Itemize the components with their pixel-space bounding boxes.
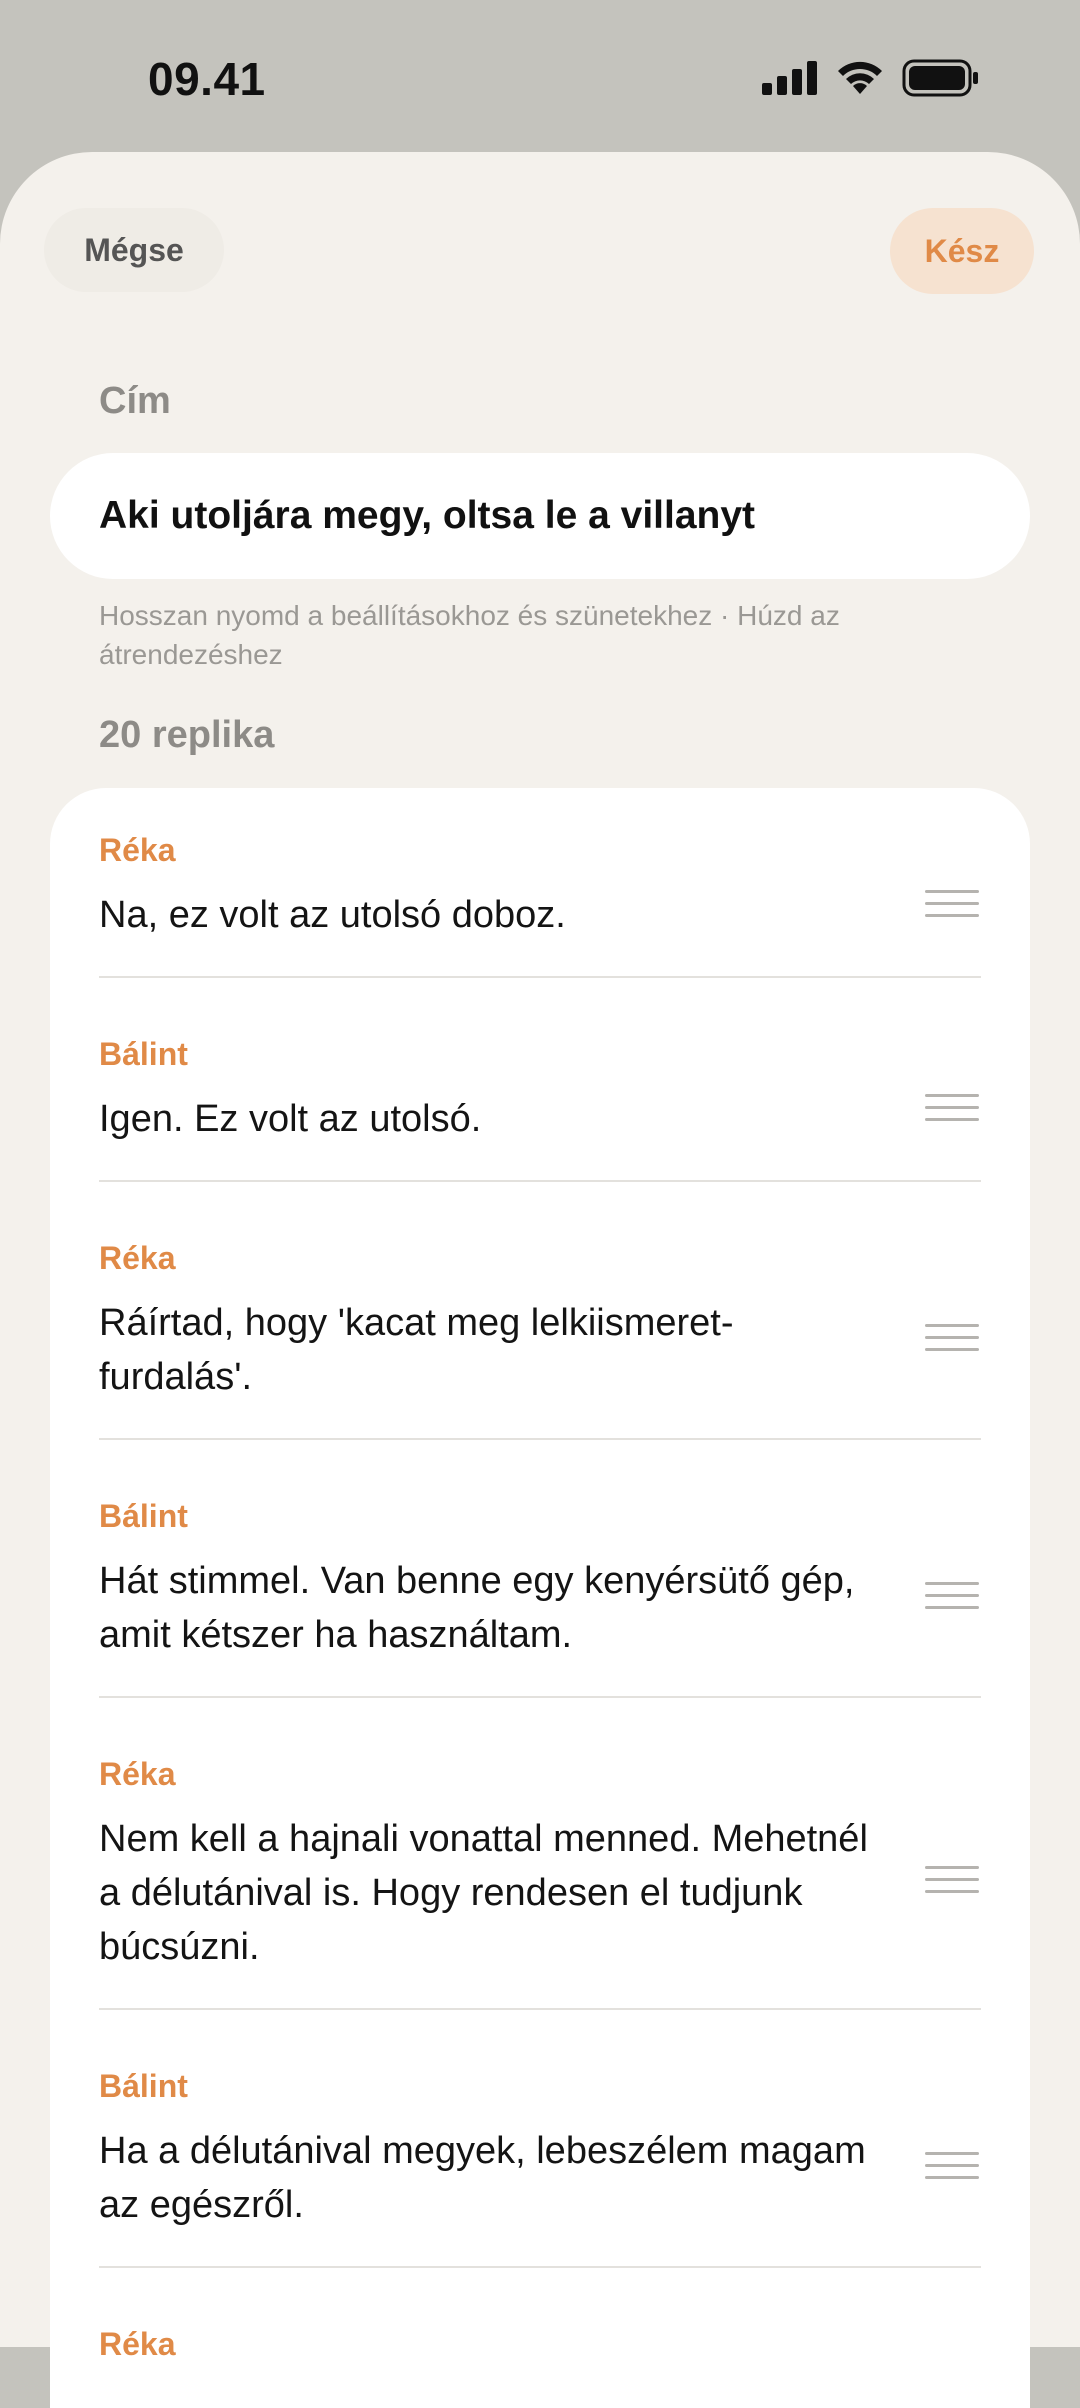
drag-handle-icon[interactable] (925, 2152, 979, 2180)
speaker-name: Bálint (99, 1498, 188, 1534)
list-item[interactable]: Bálint Igen. Ez volt az utolsó. (99, 1036, 981, 1182)
list-item[interactable]: Réka Nem kell a hajnali vonattal menned.… (99, 1756, 981, 2010)
title-section-label: Cím (99, 380, 171, 422)
speaker-name: Bálint (99, 2068, 188, 2104)
drag-handle-icon[interactable] (925, 1866, 979, 1894)
title-input[interactable]: Aki utoljára megy, oltsa le a villanyt (50, 453, 1030, 579)
line-text: Ráírtad, hogy 'kacat meg lelkiismeret-fu… (99, 1302, 734, 1398)
drag-handle-icon[interactable] (925, 1094, 979, 1122)
lines-count-label: 20 replika (99, 714, 275, 756)
list-item[interactable]: Bálint Hát stimmel. Van benne egy kenyér… (99, 1498, 981, 1698)
drag-handle-icon[interactable] (925, 1324, 979, 1352)
speaker-name: Bálint (99, 1036, 188, 1072)
battery-icon (902, 59, 978, 97)
status-icons (762, 58, 980, 98)
drag-handle-icon[interactable] (925, 890, 979, 918)
line-text: Hát stimmel. Van benne egy kenyérsütő gé… (99, 1560, 855, 1656)
speaker-name: Réka (99, 1240, 176, 1276)
cellular-signal-icon (762, 61, 817, 95)
drag-handle-icon[interactable] (925, 1582, 979, 1610)
cancel-button[interactable]: Mégse (44, 208, 224, 292)
list-item[interactable]: Réka Na, ez volt az utolsó doboz. (99, 832, 981, 978)
line-text: Ha a délutánival megyek, lebeszélem maga… (99, 2130, 866, 2226)
list-item[interactable]: Réka (99, 2326, 981, 2408)
speaker-name: Réka (99, 1756, 176, 1792)
done-button[interactable]: Kész (890, 208, 1034, 294)
speaker-name: Réka (99, 832, 176, 868)
line-text: Na, ez volt az utolsó doboz. (99, 894, 566, 936)
line-text: Igen. Ez volt az utolsó. (99, 1098, 482, 1140)
wifi-icon (838, 61, 882, 94)
line-text: Nem kell a hajnali vonattal menned. Mehe… (99, 1818, 868, 1968)
reorder-hint: Hosszan nyomd a beállításokhoz és szünet… (99, 600, 840, 670)
list-item[interactable]: Bálint Ha a délutánival megyek, lebeszél… (99, 2068, 981, 2268)
list-item[interactable]: Réka Ráírtad, hogy 'kacat meg lelkiismer… (99, 1240, 981, 1440)
edit-sheet: Mégse Kész Cím Aki utoljára megy, oltsa … (0, 152, 1080, 2408)
speaker-name: Réka (99, 2326, 176, 2362)
status-time: 09.41 (148, 53, 266, 105)
lines-list: Réka Na, ez volt az utolsó doboz. Bálint… (50, 788, 1030, 2408)
status-bar: 09.41 (0, 0, 1080, 152)
